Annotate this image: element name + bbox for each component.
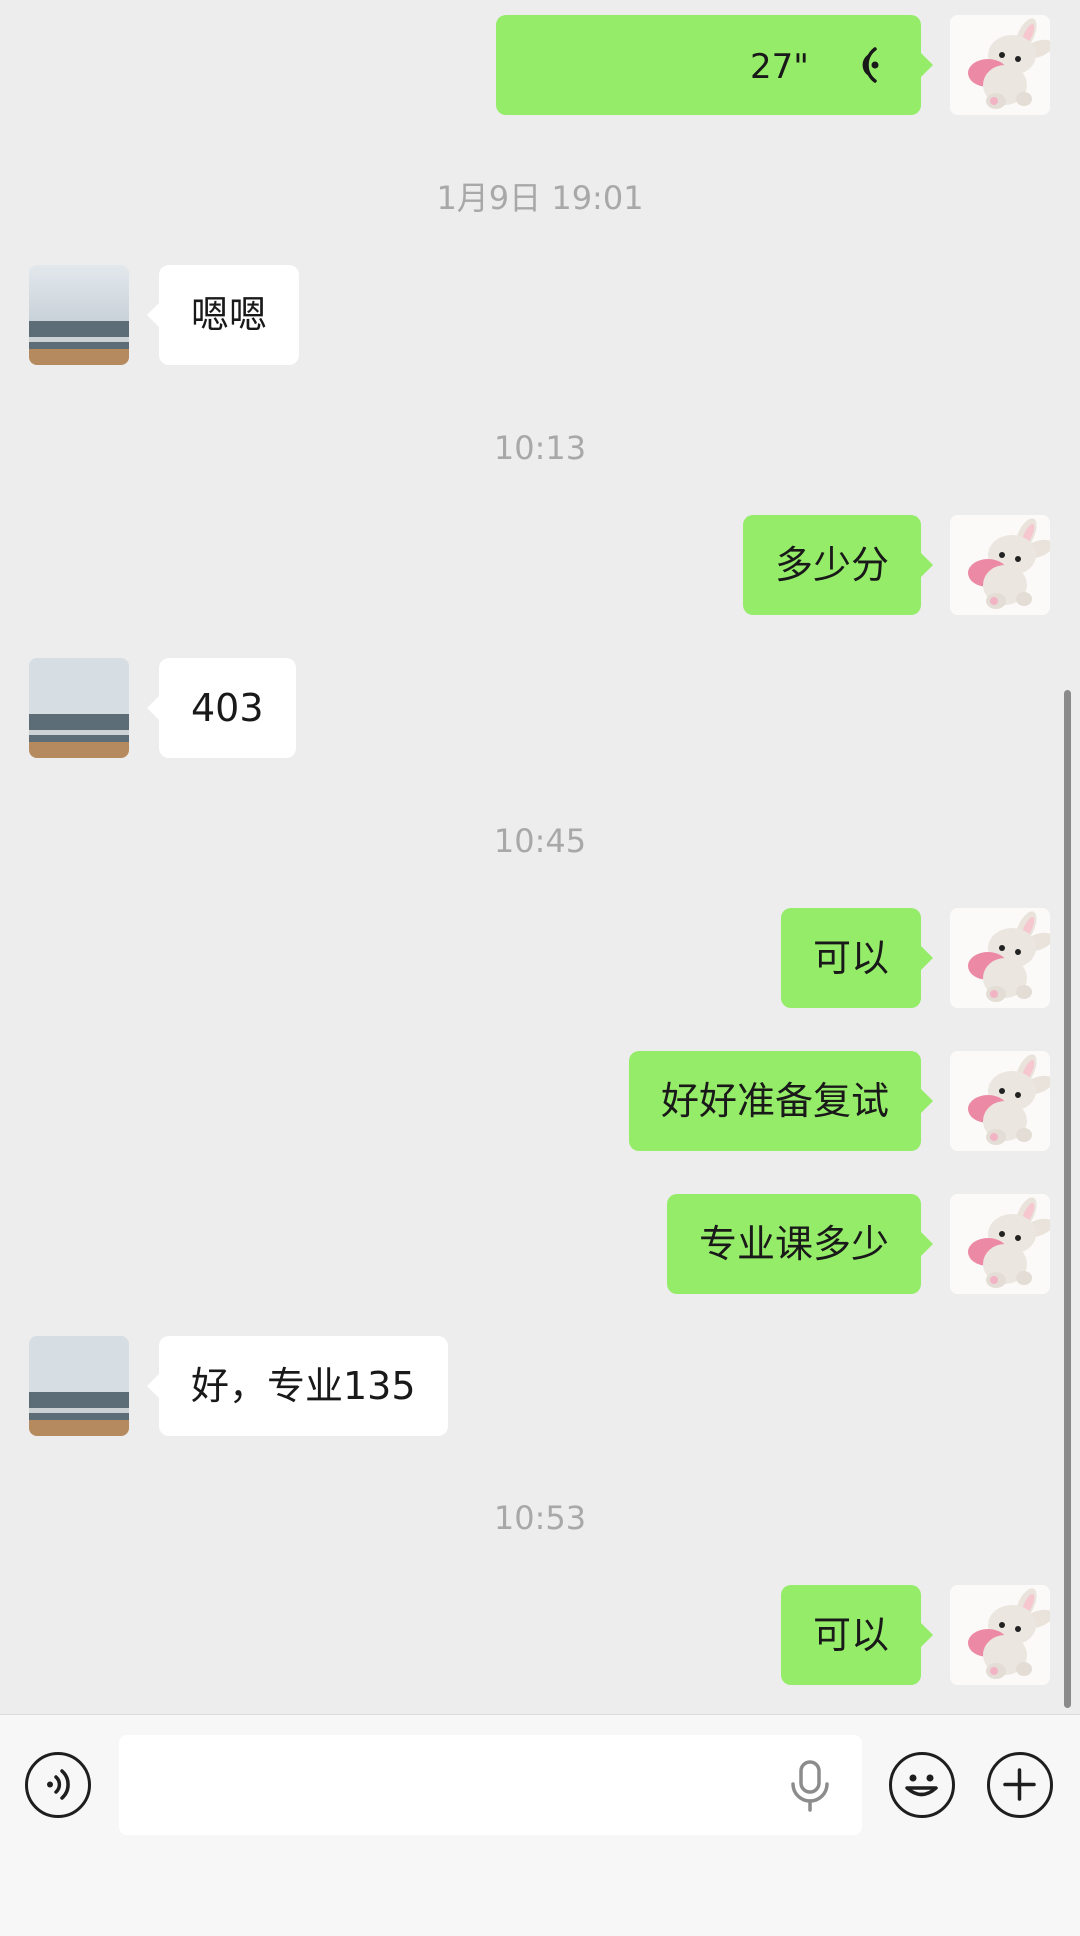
message-bubble[interactable]: 好，专业135 [147,1336,448,1436]
message-bubble[interactable]: 好好准备复试 [628,1051,934,1151]
message-row-sent: 专业课多少 [0,1194,1080,1294]
message-row-received: 好，专业135 [0,1336,1080,1436]
message-bubble[interactable]: 嗯嗯 [146,265,300,365]
message-bubble[interactable]: 专业课多少 [666,1194,934,1294]
scrollbar[interactable] [1064,690,1071,1708]
bunny-avatar-icon [950,515,1050,615]
message-row-received: 403 [0,658,1080,758]
contact-avatar[interactable] [29,658,129,758]
bunny-avatar-icon [950,15,1050,115]
my-avatar[interactable] [950,1194,1050,1294]
more-actions-button[interactable] [987,1752,1053,1818]
my-avatar[interactable] [950,908,1050,1008]
voice-duration: 27" [750,47,809,87]
message-row-sent: 可以 [0,908,1080,1008]
sea-photo-avatar [29,1336,129,1436]
chat-area[interactable]: 27" 1月9日 19:01 嗯嗯 10:13 多少分 403 10:45 可以… [0,0,1080,1714]
voice-toggle-icon [47,1769,70,1800]
message-bubble[interactable]: 可以 [780,908,934,1008]
sea-photo-avatar [29,658,129,758]
message-input[interactable] [119,1735,862,1835]
my-avatar[interactable] [950,515,1050,615]
timestamp: 10:53 [493,1499,587,1537]
message-row-sent: 27" [0,15,1080,115]
input-bar [0,1714,1080,1936]
my-avatar[interactable] [950,15,1050,115]
bunny-avatar-icon [950,908,1050,1008]
message-row-sent: 多少分 [0,515,1080,615]
contact-avatar[interactable] [29,1336,129,1436]
voice-wave-icon [862,46,879,83]
timestamp: 1月9日 19:01 [436,179,644,217]
message-row-sent: 可以 [0,1585,1080,1685]
contact-avatar[interactable] [29,265,129,365]
message-row-received: 嗯嗯 [0,265,1080,365]
my-avatar[interactable] [950,1585,1050,1685]
plus-icon [1003,1768,1036,1801]
microphone-icon[interactable] [788,1760,832,1812]
message-bubble[interactable]: 可以 [780,1585,934,1685]
voice-message-bubble[interactable]: 27" [496,15,933,115]
timestamp: 10:45 [493,822,587,860]
bunny-avatar-icon [950,1194,1050,1294]
timestamp: 10:13 [493,429,587,467]
message-bubble[interactable]: 多少分 [742,515,934,615]
bunny-avatar-icon [950,1585,1050,1685]
my-avatar[interactable] [950,1051,1050,1151]
sea-photo-avatar [29,265,129,365]
emoji-icon [905,1774,938,1797]
emoji-button[interactable] [889,1752,955,1818]
bunny-avatar-icon [950,1051,1050,1151]
voice-toggle-button[interactable] [25,1752,91,1818]
message-bubble[interactable]: 403 [147,658,296,758]
message-row-sent: 好好准备复试 [0,1051,1080,1151]
